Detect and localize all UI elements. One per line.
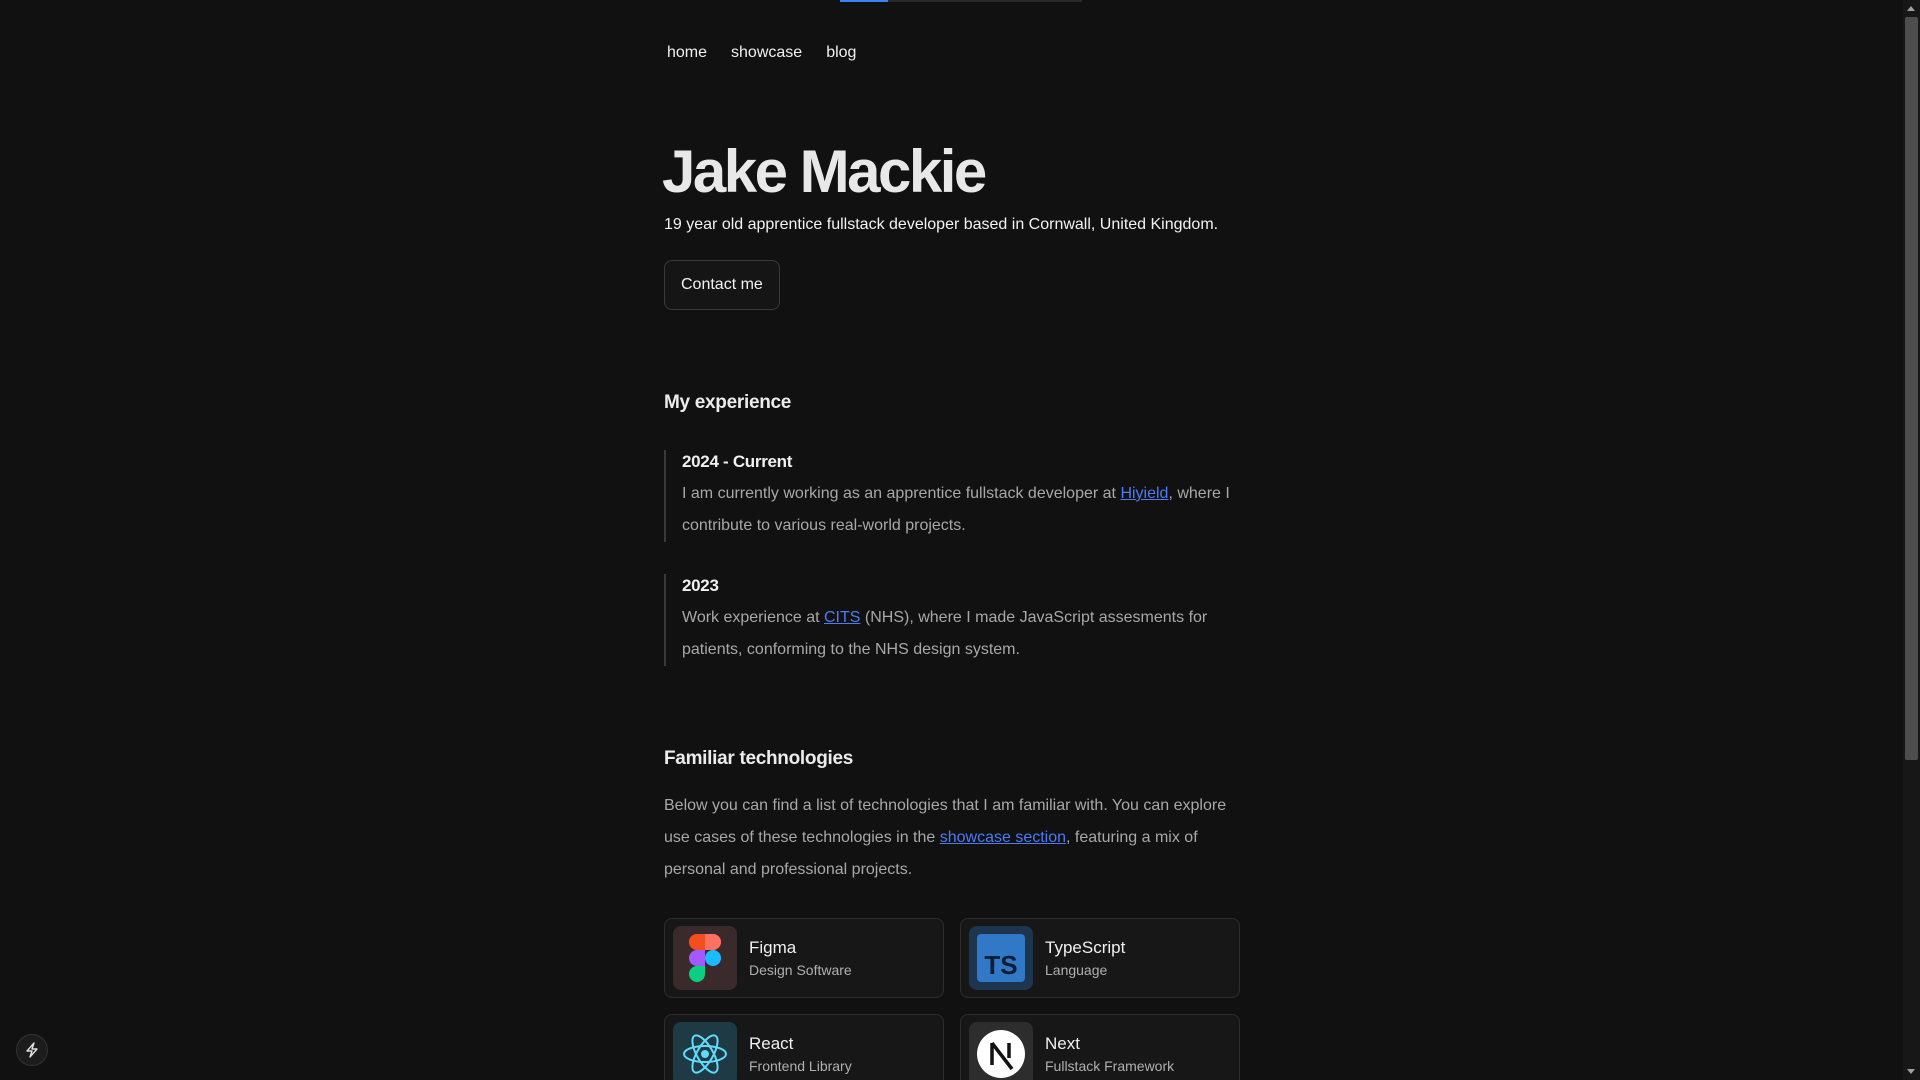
- nextjs-icon: [969, 1022, 1033, 1080]
- typescript-icon: TS: [969, 926, 1033, 990]
- technologies-heading: Familiar technologies: [664, 748, 854, 769]
- tech-name: Next: [1045, 1034, 1080, 1053]
- svg-text:TS: TS: [984, 950, 1017, 980]
- experience-text: I am currently working as an apprentice …: [682, 485, 1121, 502]
- bolt-toolbar-button[interactable]: [16, 1034, 48, 1066]
- tech-name: TypeScript: [1045, 938, 1126, 957]
- tech-card-next[interactable]: Next Fullstack Framework: [960, 1014, 1240, 1080]
- tech-name: React: [749, 1034, 794, 1053]
- scroll-down-arrow-icon[interactable]: [1907, 1069, 1915, 1074]
- nav-home-link[interactable]: home: [667, 44, 707, 62]
- technologies-grid: Figma Design Software TS TypeScript Lang…: [664, 918, 1240, 1080]
- experience-year: 2023: [682, 576, 719, 595]
- tech-card-text: TypeScript Language: [1045, 936, 1125, 980]
- cits-link[interactable]: CITS: [824, 609, 860, 626]
- contact-me-button[interactable]: Contact me: [664, 260, 780, 310]
- top-navigation: home showcase blog: [667, 44, 856, 62]
- scroll-progress-active: [840, 0, 888, 2]
- experience-item: 2024 - Current I am currently working as…: [664, 450, 1244, 542]
- nav-showcase-link[interactable]: showcase: [731, 44, 802, 62]
- scroll-progress-indicator: [840, 0, 1082, 2]
- tech-name: Figma: [749, 938, 797, 957]
- experience-heading: My experience: [664, 392, 792, 413]
- tech-card-text: Figma Design Software: [749, 936, 852, 980]
- scroll-up-arrow-icon[interactable]: [1907, 6, 1915, 11]
- showcase-section-link[interactable]: showcase section: [940, 829, 1066, 846]
- tech-card-react[interactable]: React Frontend Library: [664, 1014, 944, 1080]
- tech-category: Design Software: [749, 962, 852, 978]
- tech-card-text: React Frontend Library: [749, 1032, 852, 1076]
- experience-description: Work experience at CITS (NHS), where I m…: [682, 602, 1244, 666]
- figma-icon: [673, 926, 737, 990]
- tech-category: Fullstack Framework: [1045, 1058, 1175, 1074]
- vertical-scrollbar[interactable]: [1903, 0, 1920, 1080]
- tech-card-text: Next Fullstack Framework: [1045, 1032, 1174, 1076]
- experience-year: 2024 - Current: [682, 452, 793, 471]
- react-icon: [673, 1022, 737, 1080]
- experience-text: Work experience at: [682, 609, 824, 626]
- experience-item: 2023 Work experience at CITS (NHS), wher…: [664, 574, 1244, 666]
- scrollbar-thumb[interactable]: [1905, 17, 1918, 760]
- technologies-intro: Below you can find a list of technologie…: [664, 790, 1244, 886]
- tech-category: Frontend Library: [749, 1058, 852, 1074]
- nav-blog-link[interactable]: blog: [826, 44, 856, 62]
- hero-subtitle: 19 year old apprentice fullstack develop…: [664, 216, 1219, 233]
- tech-category: Language: [1045, 962, 1108, 978]
- bolt-icon: [26, 1042, 38, 1058]
- hero-name: Jake Mackie: [662, 138, 987, 205]
- tech-card-figma[interactable]: Figma Design Software: [664, 918, 944, 998]
- tech-card-typescript[interactable]: TS TypeScript Language: [960, 918, 1240, 998]
- portfolio-page: home showcase blog Jake Mackie 19 year o…: [0, 0, 1920, 1080]
- experience-description: I am currently working as an apprentice …: [682, 478, 1244, 542]
- hiyield-link[interactable]: Hiyield: [1120, 485, 1168, 502]
